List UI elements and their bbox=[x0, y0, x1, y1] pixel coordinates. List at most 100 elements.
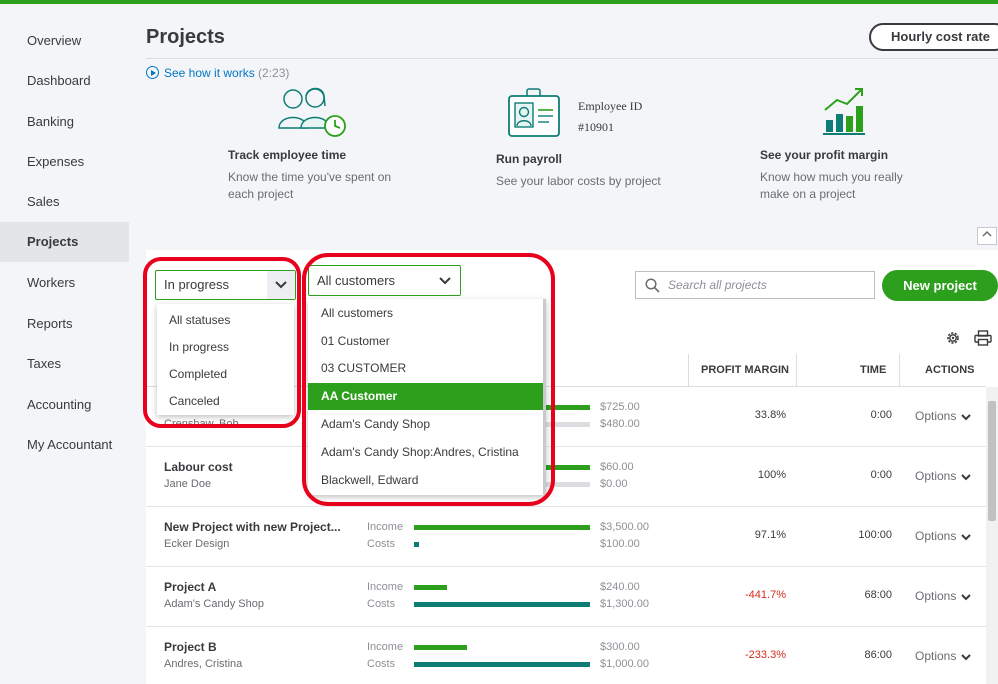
income-amount: $725.00 bbox=[600, 401, 640, 413]
customer-option[interactable]: All customers bbox=[321, 306, 393, 320]
income-label: Income bbox=[367, 641, 404, 653]
profit-margin-value: 33.8% bbox=[754, 409, 786, 421]
income-bar bbox=[414, 645, 467, 650]
costs-amount: $480.00 bbox=[600, 418, 640, 430]
costs-amount: $1,300.00 bbox=[600, 598, 649, 610]
printer-icon[interactable] bbox=[974, 330, 992, 346]
sidebar-item-my-accountant[interactable]: My Accountant bbox=[0, 425, 129, 465]
options-menu[interactable]: Options bbox=[915, 589, 972, 603]
sidebar-item-reports[interactable]: Reports bbox=[0, 304, 129, 344]
sidebar-item-dashboard[interactable]: Dashboard bbox=[0, 61, 129, 101]
income-bar bbox=[414, 585, 447, 590]
sidebar-item-taxes[interactable]: Taxes bbox=[0, 344, 129, 384]
income-amount: $3,500.00 bbox=[600, 521, 649, 533]
feature-description: Know the time you've spent on each proje… bbox=[228, 170, 392, 201]
project-customer: Crenshaw, Bob bbox=[164, 418, 239, 430]
sidebar-item-sales[interactable]: Sales bbox=[0, 182, 129, 222]
income-amount: $60.00 bbox=[600, 461, 634, 473]
project-name[interactable]: Project A bbox=[164, 580, 216, 594]
project-name[interactable]: Labour cost bbox=[164, 460, 233, 474]
project-customer: Ecker Design bbox=[164, 538, 230, 550]
column-header-time[interactable]: TIME bbox=[860, 354, 886, 386]
column-header-actions: ACTIONS bbox=[925, 364, 975, 376]
dropdown-scrollbar[interactable] bbox=[543, 299, 546, 495]
chevron-down-icon bbox=[961, 414, 972, 421]
sidebar-item-accounting[interactable]: Accounting bbox=[0, 385, 129, 425]
employee-id-number: #10901 bbox=[578, 120, 614, 134]
employee-id-label: Employee ID bbox=[578, 99, 643, 113]
chevron-down-icon bbox=[961, 534, 972, 541]
search-box[interactable] bbox=[635, 271, 875, 299]
collapse-button[interactable] bbox=[977, 227, 997, 245]
options-menu[interactable]: Options bbox=[915, 469, 972, 483]
project-name[interactable]: New Project with new Project... bbox=[164, 520, 341, 534]
customer-dropdown: All customers 01 Customer 03 CUSTOMER AA… bbox=[308, 299, 546, 495]
profit-margin-value: 97.1% bbox=[754, 529, 786, 541]
sidebar-item-workers[interactable]: Workers bbox=[0, 263, 129, 303]
options-menu[interactable]: Options bbox=[915, 529, 972, 543]
feature-description: See your labor costs by project bbox=[496, 174, 661, 188]
table-row[interactable]: Project A Adam's Candy Shop Income Costs… bbox=[146, 567, 986, 627]
column-divider bbox=[899, 354, 900, 386]
income-label: Income bbox=[367, 581, 404, 593]
feature-description: Know how much you really make on a proje… bbox=[760, 170, 903, 201]
gear-icon[interactable] bbox=[945, 330, 961, 346]
costs-label: Costs bbox=[367, 658, 396, 670]
new-project-button[interactable]: New project bbox=[882, 270, 998, 301]
customer-option-selected[interactable]: AA Customer bbox=[308, 383, 543, 410]
project-customer: Andres, Cristina bbox=[164, 658, 243, 670]
costs-amount: $0.00 bbox=[600, 478, 628, 490]
customer-option[interactable]: Adam's Candy Shop bbox=[321, 417, 430, 431]
bar-chart-icon bbox=[823, 88, 865, 135]
id-badge-icon bbox=[508, 88, 560, 137]
feature-title: See your profit margin bbox=[760, 148, 889, 162]
costs-label: Costs bbox=[367, 538, 396, 550]
income-bar bbox=[414, 525, 590, 530]
customer-filter-select[interactable]: All customers bbox=[308, 265, 461, 296]
table-row[interactable]: Project B Andres, Cristina Income Costs … bbox=[146, 627, 986, 684]
customer-option[interactable]: 01 Customer bbox=[321, 334, 390, 348]
chevron-up-icon bbox=[982, 230, 992, 237]
options-menu[interactable]: Options bbox=[915, 649, 972, 663]
time-value: 100:00 bbox=[858, 529, 892, 541]
play-icon bbox=[146, 66, 159, 79]
table-row[interactable]: Labour cost Jane Doe $60.00 $0.00 100% 0… bbox=[146, 447, 986, 507]
divider bbox=[146, 58, 998, 59]
chevron-down-icon bbox=[961, 654, 972, 661]
customer-option[interactable]: Adam's Candy Shop:Andres, Cristina bbox=[321, 445, 519, 459]
status-option[interactable]: In progress bbox=[169, 340, 229, 354]
table-scrollbar[interactable] bbox=[986, 387, 998, 684]
status-filter-select[interactable]: In progress bbox=[155, 270, 296, 300]
time-value: 0:00 bbox=[870, 469, 892, 481]
costs-bar bbox=[414, 542, 419, 547]
chevron-down-icon bbox=[275, 281, 287, 289]
customer-option[interactable]: Blackwell, Edward bbox=[321, 473, 418, 487]
project-customer: Jane Doe bbox=[164, 478, 212, 490]
options-menu[interactable]: Options bbox=[915, 409, 972, 423]
status-option[interactable]: Canceled bbox=[169, 394, 220, 408]
search-input[interactable] bbox=[666, 277, 870, 293]
project-name[interactable]: Project B bbox=[164, 640, 217, 654]
hourly-cost-rate-button[interactable]: Hourly cost rate bbox=[869, 23, 998, 51]
chevron-down-icon bbox=[961, 594, 972, 601]
see-how-it-works-link[interactable]: See how it works (2:23) bbox=[146, 66, 289, 80]
status-option[interactable]: All statuses bbox=[169, 313, 230, 327]
column-divider bbox=[796, 354, 797, 386]
time-value: 86:00 bbox=[864, 649, 892, 661]
status-dropdown: All statuses In progress Completed Cance… bbox=[157, 304, 294, 415]
chevron-down-icon bbox=[961, 474, 972, 481]
column-header-profit-margin[interactable]: PROFIT MARGIN bbox=[701, 354, 789, 386]
column-divider bbox=[688, 354, 689, 386]
profit-margin-value: -441.7% bbox=[745, 589, 786, 601]
sidebar-item-overview[interactable]: Overview bbox=[0, 21, 129, 61]
status-option[interactable]: Completed bbox=[169, 367, 227, 381]
sidebar-item-expenses[interactable]: Expenses bbox=[0, 142, 129, 182]
scrollbar-thumb[interactable] bbox=[988, 401, 996, 521]
employees-clock-icon bbox=[278, 87, 346, 137]
sidebar-item-projects[interactable]: Projects bbox=[0, 222, 129, 262]
costs-label: Costs bbox=[367, 598, 396, 610]
sidebar-item-banking[interactable]: Banking bbox=[0, 102, 129, 142]
table-row[interactable]: New Project with new Project... Ecker De… bbox=[146, 507, 986, 567]
customer-option[interactable]: 03 CUSTOMER bbox=[321, 361, 406, 375]
feature-title: Run payroll bbox=[496, 152, 563, 166]
